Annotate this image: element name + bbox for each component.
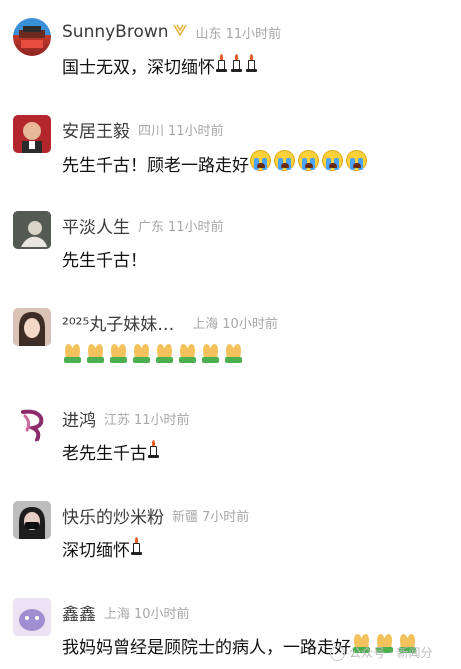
region-label: 上海: [104, 606, 131, 622]
comment-item: 平淡人生 广东 11小时前 先生千古！: [0, 211, 461, 307]
username[interactable]: SunnyBrown: [62, 22, 169, 42]
comment-body: 老先生千古: [62, 444, 147, 464]
comment-item: 进鸿 江苏 11小时前 老先生千古: [0, 404, 461, 500]
folded-hands-emoji: [201, 343, 223, 368]
comment-meta: SunnyBrown 山东 11小时前: [62, 21, 281, 43]
comment-body: 我妈妈曾经是顾院士的病人，一路走好: [62, 638, 351, 658]
candle-emoji: [246, 53, 260, 78]
loudly-crying-emoji: [322, 150, 345, 176]
username[interactable]: 鑫鑫: [62, 600, 96, 625]
comment-item: SunnyBrown 山东 11小时前 国士无双，深切缅怀: [0, 18, 461, 114]
username[interactable]: 安居王毅: [62, 117, 130, 142]
avatar[interactable]: [13, 18, 51, 56]
comment-text: 深切缅怀: [62, 536, 145, 561]
folded-hands-emoji: [224, 343, 246, 368]
comment-meta: 平淡人生 广东 11小时前: [62, 213, 224, 238]
candle-emoji: [148, 439, 162, 464]
wechat-logo-icon: [330, 646, 345, 661]
timestamp: 11小时前: [225, 26, 282, 42]
timestamp: 10小时前: [222, 316, 278, 332]
avatar[interactable]: [13, 308, 51, 346]
timestamp: 11小时前: [168, 219, 224, 235]
timestamp: 11小时前: [168, 123, 224, 139]
avatar-image-icon: [13, 598, 51, 636]
comment-text: 先生千古！顾老一路走好: [62, 150, 369, 176]
comment-text: [62, 343, 246, 368]
comment-text: 先生千古！: [62, 246, 147, 271]
comment-body: 国士无双，深切缅怀: [62, 58, 215, 78]
username[interactable]: ²⁰²⁵丸子妹妹…: [62, 310, 174, 335]
comment-item: ²⁰²⁵丸子妹妹… 上海 10小时前: [0, 308, 461, 404]
folded-hands-emoji: [109, 343, 131, 368]
avatar-image-icon: [13, 308, 51, 346]
comment-item: 安居王毅 四川 11小时前 先生千古！顾老一路走好: [0, 115, 461, 211]
timestamp: 10小时前: [134, 606, 190, 622]
watermark: 公众号 · 新闻分: [330, 644, 432, 661]
watermark-text: 公众号 · 新闻分: [349, 646, 433, 660]
vip-badge-icon: [172, 23, 188, 41]
comment-meta: 进鸿 江苏 11小时前: [62, 406, 190, 431]
avatar-image-icon: [13, 211, 51, 249]
folded-hands-emoji: [178, 343, 200, 368]
avatar-image-icon: [21, 409, 44, 442]
avatar[interactable]: [13, 211, 51, 249]
candle-emoji: [216, 53, 230, 78]
comment-meta: 快乐的炒米粉 新疆 7小时前: [62, 503, 250, 528]
region-label: 广东: [138, 219, 165, 235]
candle-emoji: [231, 53, 245, 78]
folded-hands-emoji: [155, 343, 177, 368]
avatar[interactable]: [13, 115, 51, 153]
timestamp: 7小时前: [202, 509, 250, 525]
timestamp: 11小时前: [134, 412, 190, 428]
avatar[interactable]: [13, 598, 51, 636]
region-label: 新疆: [172, 509, 199, 525]
username[interactable]: 快乐的炒米粉: [62, 503, 164, 528]
region-label: 四川: [138, 123, 165, 139]
comment-body: 先生千古！: [62, 251, 147, 271]
avatar-image-icon: [22, 122, 42, 153]
avatar[interactable]: [13, 404, 51, 442]
folded-hands-emoji: [86, 343, 108, 368]
comment-text: 老先生千古: [62, 439, 162, 464]
loudly-crying-emoji: [298, 150, 321, 176]
region-label: 上海: [192, 316, 219, 332]
candle-emoji: [131, 536, 145, 561]
folded-hands-emoji: [63, 343, 85, 368]
loudly-crying-emoji: [274, 150, 297, 176]
comment-meta: 安居王毅 四川 11小时前: [62, 117, 224, 142]
username[interactable]: 进鸿: [62, 406, 96, 431]
username[interactable]: 平淡人生: [62, 213, 130, 238]
region-label: 江苏: [104, 412, 131, 428]
region-label: 山东: [195, 26, 222, 42]
folded-hands-emoji: [132, 343, 154, 368]
comment-body: 深切缅怀: [62, 541, 130, 561]
comment-body: 先生千古！顾老一路走好: [62, 155, 249, 176]
loudly-crying-emoji: [250, 150, 273, 176]
comment-meta: 鑫鑫 上海 10小时前: [62, 600, 190, 625]
comment-meta: ²⁰²⁵丸子妹妹… 上海 10小时前: [62, 310, 278, 335]
avatar[interactable]: [13, 501, 51, 539]
avatar-image-icon: [13, 501, 51, 539]
comment-text: 国士无双，深切缅怀: [62, 53, 260, 78]
comment-item: 快乐的炒米粉 新疆 7小时前 深切缅怀: [0, 501, 461, 597]
loudly-crying-emoji: [346, 150, 369, 176]
avatar-image-icon: [19, 26, 45, 48]
